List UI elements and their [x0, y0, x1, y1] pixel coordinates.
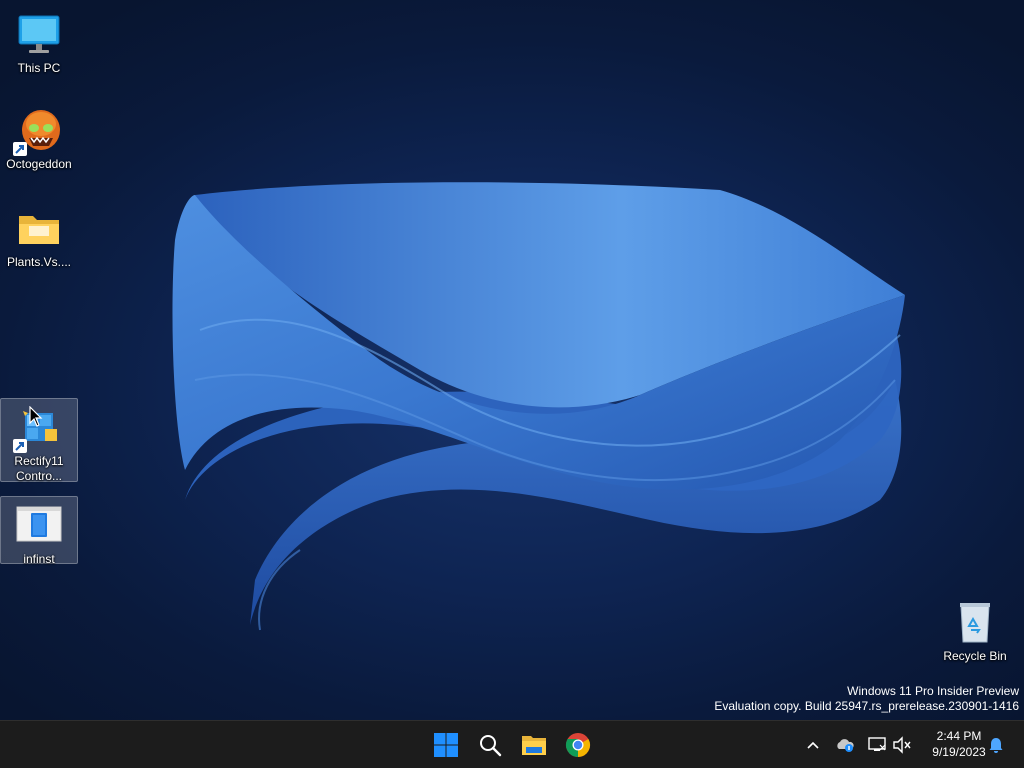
chrome-icon: [565, 733, 591, 757]
start-icon: [434, 733, 458, 757]
watermark-line-1: Windows 11 Pro Insider Preview: [847, 684, 1019, 698]
desktop-icon-plants-folder[interactable]: Plants.Vs....: [0, 200, 78, 272]
file-explorer-button[interactable]: [514, 725, 554, 765]
folder-icon: [15, 204, 63, 252]
taskbar-clock[interactable]: 2:44 PM 9/19/2023: [918, 728, 1000, 760]
monitor-icon: [15, 10, 63, 58]
desktop-icon-octogeddon[interactable]: Octogeddon: [0, 102, 78, 172]
evaluation-watermark: Windows 11 Pro Insider Preview Evaluatio…: [714, 684, 1019, 714]
recycle-bin-icon: [951, 598, 999, 646]
show-hidden-icons-button[interactable]: [801, 733, 825, 757]
volume-muted-icon: [893, 736, 911, 754]
desktop-icon-recycle-bin[interactable]: Recycle Bin: [936, 594, 1014, 664]
wallpaper-bloom: [172, 182, 906, 631]
search-icon: [480, 735, 502, 757]
desktop-icon-infinst[interactable]: infinst: [0, 496, 78, 566]
network-tray-button[interactable]: [865, 733, 889, 757]
desktop-icon-label: This PC: [17, 61, 61, 75]
search-button[interactable]: [470, 725, 510, 765]
chrome-button[interactable]: [558, 725, 598, 765]
desktop-icon-label: infinst: [23, 552, 55, 566]
desktop-icon-label: Rectify11 Contro...: [14, 454, 64, 483]
network-icon: [868, 737, 886, 751]
chevron-up-icon: [807, 741, 819, 749]
watermark-line-2: Evaluation copy. Build 25947.rs_prerelea…: [714, 699, 1019, 713]
onedrive-icon: [837, 739, 854, 752]
file-explorer-icon: [522, 736, 546, 755]
octogeddon-game-icon: [13, 106, 63, 156]
desktop-icon-label: Recycle Bin: [943, 649, 1007, 663]
volume-tray-button[interactable]: [890, 733, 914, 757]
shortcut-arrow-icon: [13, 439, 27, 453]
start-button[interactable]: [426, 725, 466, 765]
onedrive-tray-button[interactable]: [833, 733, 857, 757]
desktop-icon-label: Plants.Vs....: [6, 255, 72, 269]
desktop-icon-this-pc[interactable]: This PC: [0, 6, 78, 75]
taskbar: [0, 720, 1024, 768]
infinst-app-icon: [15, 501, 63, 549]
mouse-pointer-icon: [29, 405, 43, 433]
clock-time: 2:44 PM: [936, 729, 982, 743]
clock-date: 9/19/2023: [932, 745, 986, 759]
desktop-icon-label: Octogeddon: [6, 157, 72, 171]
shortcut-arrow-icon: [13, 142, 27, 156]
